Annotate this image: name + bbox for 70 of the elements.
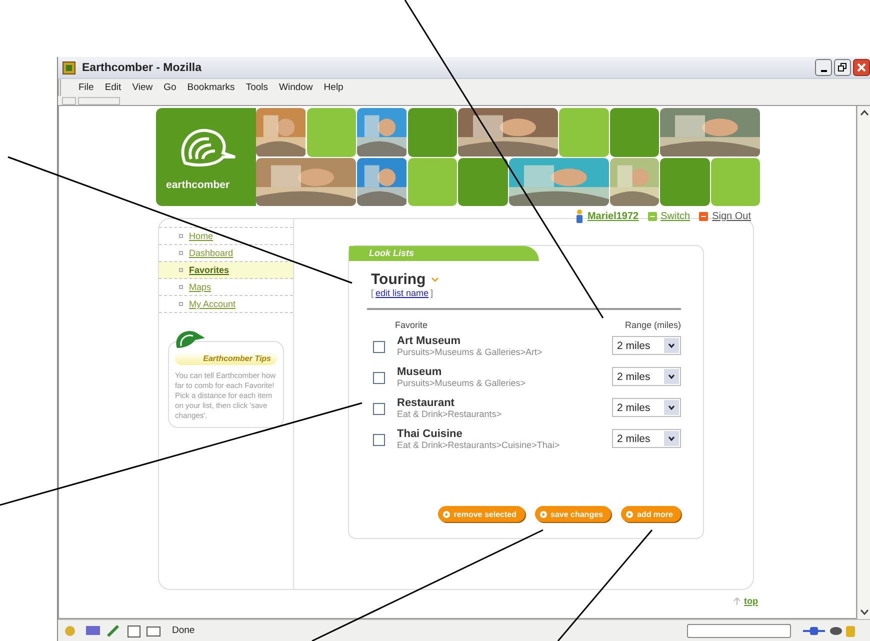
play-icon <box>442 510 450 518</box>
minimize-button[interactable] <box>815 59 832 76</box>
favorite-name: Art Museum <box>397 334 462 346</box>
banner-tile <box>408 158 457 206</box>
bullet-icon <box>179 302 183 306</box>
switch-icon <box>648 212 657 220</box>
bullet-icon <box>179 268 183 272</box>
category-path: Eat & Drink>Restaurants> <box>397 408 503 418</box>
checkbox[interactable] <box>373 434 385 446</box>
close-icon <box>857 63 866 72</box>
list-title: Touring <box>371 271 426 288</box>
logo-text: earthcomber <box>166 179 230 191</box>
play-icon <box>626 510 633 518</box>
menu-item[interactable]: Edit <box>99 82 127 93</box>
menu-item[interactable]: Tools <box>240 82 274 93</box>
sign-out-icon <box>699 212 708 220</box>
checkbox[interactable] <box>373 402 385 414</box>
menu-item[interactable]: Help <box>318 82 349 93</box>
favorite-name: Restaurant <box>397 396 456 408</box>
app-icon <box>62 60 76 74</box>
range-select[interactable]: 2 miles <box>612 398 681 417</box>
menu-item[interactable]: Go <box>158 82 182 93</box>
bullet-icon <box>179 251 183 255</box>
banner-tile <box>610 108 659 156</box>
column-header: Range (miles) <box>624 320 681 330</box>
bracket: ] <box>430 288 434 298</box>
category-path: Pursuits>Museums & Galleries> <box>397 378 527 388</box>
banner-tile <box>458 158 508 206</box>
favorite-name: Thai Cuisine <box>397 428 464 440</box>
scrollbar[interactable] <box>857 106 870 619</box>
edit-list-name-link[interactable]: edit list name <box>376 288 429 298</box>
banner-tile <box>408 108 457 156</box>
banner-tile <box>559 108 608 156</box>
toolbar-grip[interactable] <box>78 96 120 104</box>
column-header: Favorite <box>395 320 428 330</box>
tips-title: Earthcomber Tips <box>175 352 277 365</box>
close-button[interactable] <box>853 59 870 76</box>
menu-item[interactable]: Bookmarks <box>182 82 240 93</box>
range-select[interactable]: 2 miles <box>612 429 681 448</box>
restore-button[interactable] <box>834 59 851 76</box>
nav-item[interactable]: Favorites <box>159 262 293 279</box>
banner-tile <box>710 158 760 206</box>
play-icon <box>540 510 546 518</box>
bullet-icon <box>179 285 183 289</box>
favorite-name: Museum <box>397 366 443 378</box>
scroll-up-icon[interactable] <box>860 110 869 116</box>
checkbox[interactable] <box>373 340 385 352</box>
minimize-icon <box>820 70 826 72</box>
menu-item[interactable]: View <box>126 82 158 93</box>
status-field[interactable] <box>687 624 791 638</box>
category-path: Eat & Drink>Restaurants>Cuisine>Thai> <box>397 440 561 450</box>
status-text: Done <box>172 625 196 636</box>
range-select[interactable]: 2 miles <box>612 336 681 355</box>
range-select[interactable]: 2 miles <box>612 367 681 386</box>
bullet-icon <box>179 234 183 238</box>
checkbox[interactable] <box>373 372 385 384</box>
banner-tile <box>660 158 710 206</box>
bracket: [ <box>371 288 374 298</box>
up-arrow-icon <box>733 596 741 606</box>
person-icon <box>576 209 584 223</box>
menu-item[interactable]: File <box>73 82 100 93</box>
banner-tile <box>306 108 356 156</box>
restore-icon <box>838 63 847 72</box>
component-bar-icons[interactable] <box>62 624 162 638</box>
window-title: Earthcomber - Mozilla <box>82 62 202 74</box>
category-path: Pursuits>Museums & Galleries>Art> <box>397 346 544 356</box>
menu-item[interactable]: Window <box>274 82 318 93</box>
scroll-down-icon[interactable] <box>860 609 869 615</box>
toolbar-grip[interactable] <box>62 96 76 104</box>
sign-out-link[interactable]: Sign Out <box>712 210 751 222</box>
